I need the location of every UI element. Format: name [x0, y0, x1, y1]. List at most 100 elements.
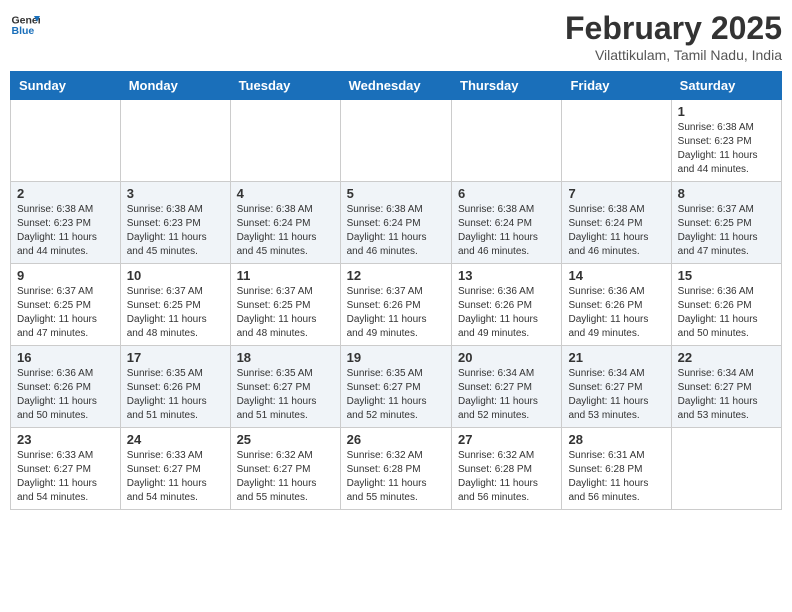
calendar-week-row: 1 Sunrise: 6:38 AM Sunset: 6:23 PM Dayli…	[11, 100, 782, 182]
day-number: 6	[458, 186, 555, 201]
day-info: Sunrise: 6:33 AM Sunset: 6:27 PM Dayligh…	[127, 449, 224, 505]
calendar-cell: 22 Sunrise: 6:34 AM Sunset: 6:27 PM Dayl…	[671, 346, 781, 428]
calendar-cell: 5 Sunrise: 6:38 AM Sunset: 6:24 PM Dayli…	[340, 182, 451, 264]
day-info: Sunrise: 6:32 AM Sunset: 6:28 PM Dayligh…	[347, 449, 445, 505]
day-number: 3	[127, 186, 224, 201]
day-number: 2	[17, 186, 114, 201]
calendar-cell: 16 Sunrise: 6:36 AM Sunset: 6:26 PM Dayl…	[11, 346, 121, 428]
day-info: Sunrise: 6:38 AM Sunset: 6:24 PM Dayligh…	[237, 203, 334, 259]
day-info: Sunrise: 6:35 AM Sunset: 6:27 PM Dayligh…	[347, 367, 445, 423]
day-info: Sunrise: 6:34 AM Sunset: 6:27 PM Dayligh…	[458, 367, 555, 423]
day-number: 22	[678, 350, 775, 365]
weekday-header-row: SundayMondayTuesdayWednesdayThursdayFrid…	[11, 72, 782, 100]
day-info: Sunrise: 6:37 AM Sunset: 6:25 PM Dayligh…	[127, 285, 224, 341]
weekday-header: Friday	[562, 72, 671, 100]
calendar-week-row: 16 Sunrise: 6:36 AM Sunset: 6:26 PM Dayl…	[11, 346, 782, 428]
day-number: 21	[568, 350, 664, 365]
day-info: Sunrise: 6:35 AM Sunset: 6:26 PM Dayligh…	[127, 367, 224, 423]
day-number: 13	[458, 268, 555, 283]
day-info: Sunrise: 6:36 AM Sunset: 6:26 PM Dayligh…	[678, 285, 775, 341]
logo: General Blue	[10, 10, 40, 40]
day-info: Sunrise: 6:36 AM Sunset: 6:26 PM Dayligh…	[17, 367, 114, 423]
day-number: 16	[17, 350, 114, 365]
calendar-cell: 20 Sunrise: 6:34 AM Sunset: 6:27 PM Dayl…	[452, 346, 562, 428]
day-number: 17	[127, 350, 224, 365]
calendar-cell: 24 Sunrise: 6:33 AM Sunset: 6:27 PM Dayl…	[120, 428, 230, 510]
day-number: 11	[237, 268, 334, 283]
day-number: 19	[347, 350, 445, 365]
location-title: Vilattikulam, Tamil Nadu, India	[565, 47, 782, 63]
calendar-cell: 1 Sunrise: 6:38 AM Sunset: 6:23 PM Dayli…	[671, 100, 781, 182]
page-header: General Blue February 2025 Vilattikulam,…	[10, 10, 782, 63]
calendar-cell: 25 Sunrise: 6:32 AM Sunset: 6:27 PM Dayl…	[230, 428, 340, 510]
calendar-cell: 15 Sunrise: 6:36 AM Sunset: 6:26 PM Dayl…	[671, 264, 781, 346]
day-number: 24	[127, 432, 224, 447]
calendar-cell: 21 Sunrise: 6:34 AM Sunset: 6:27 PM Dayl…	[562, 346, 671, 428]
day-info: Sunrise: 6:37 AM Sunset: 6:25 PM Dayligh…	[237, 285, 334, 341]
day-number: 5	[347, 186, 445, 201]
day-info: Sunrise: 6:37 AM Sunset: 6:25 PM Dayligh…	[17, 285, 114, 341]
day-number: 12	[347, 268, 445, 283]
day-number: 8	[678, 186, 775, 201]
day-number: 14	[568, 268, 664, 283]
day-number: 28	[568, 432, 664, 447]
calendar-cell: 12 Sunrise: 6:37 AM Sunset: 6:26 PM Dayl…	[340, 264, 451, 346]
logo-icon: General Blue	[10, 10, 40, 40]
calendar-week-row: 2 Sunrise: 6:38 AM Sunset: 6:23 PM Dayli…	[11, 182, 782, 264]
calendar-cell: 10 Sunrise: 6:37 AM Sunset: 6:25 PM Dayl…	[120, 264, 230, 346]
day-info: Sunrise: 6:32 AM Sunset: 6:28 PM Dayligh…	[458, 449, 555, 505]
calendar-cell: 8 Sunrise: 6:37 AM Sunset: 6:25 PM Dayli…	[671, 182, 781, 264]
title-section: February 2025 Vilattikulam, Tamil Nadu, …	[565, 10, 782, 63]
svg-text:Blue: Blue	[12, 25, 35, 37]
calendar-cell: 27 Sunrise: 6:32 AM Sunset: 6:28 PM Dayl…	[452, 428, 562, 510]
day-info: Sunrise: 6:36 AM Sunset: 6:26 PM Dayligh…	[458, 285, 555, 341]
day-info: Sunrise: 6:38 AM Sunset: 6:23 PM Dayligh…	[678, 121, 775, 177]
day-info: Sunrise: 6:34 AM Sunset: 6:27 PM Dayligh…	[678, 367, 775, 423]
weekday-header: Monday	[120, 72, 230, 100]
day-number: 25	[237, 432, 334, 447]
calendar-cell: 23 Sunrise: 6:33 AM Sunset: 6:27 PM Dayl…	[11, 428, 121, 510]
day-number: 9	[17, 268, 114, 283]
calendar-cell: 3 Sunrise: 6:38 AM Sunset: 6:23 PM Dayli…	[120, 182, 230, 264]
day-number: 10	[127, 268, 224, 283]
day-number: 20	[458, 350, 555, 365]
calendar-cell	[452, 100, 562, 182]
calendar-cell: 26 Sunrise: 6:32 AM Sunset: 6:28 PM Dayl…	[340, 428, 451, 510]
calendar-cell: 28 Sunrise: 6:31 AM Sunset: 6:28 PM Dayl…	[562, 428, 671, 510]
calendar-cell: 14 Sunrise: 6:36 AM Sunset: 6:26 PM Dayl…	[562, 264, 671, 346]
day-info: Sunrise: 6:38 AM Sunset: 6:24 PM Dayligh…	[347, 203, 445, 259]
calendar-week-row: 9 Sunrise: 6:37 AM Sunset: 6:25 PM Dayli…	[11, 264, 782, 346]
day-info: Sunrise: 6:38 AM Sunset: 6:24 PM Dayligh…	[458, 203, 555, 259]
day-info: Sunrise: 6:38 AM Sunset: 6:23 PM Dayligh…	[127, 203, 224, 259]
day-info: Sunrise: 6:37 AM Sunset: 6:25 PM Dayligh…	[678, 203, 775, 259]
calendar-cell	[340, 100, 451, 182]
day-number: 26	[347, 432, 445, 447]
calendar-cell: 9 Sunrise: 6:37 AM Sunset: 6:25 PM Dayli…	[11, 264, 121, 346]
day-number: 23	[17, 432, 114, 447]
day-info: Sunrise: 6:33 AM Sunset: 6:27 PM Dayligh…	[17, 449, 114, 505]
calendar-cell	[120, 100, 230, 182]
calendar-cell: 17 Sunrise: 6:35 AM Sunset: 6:26 PM Dayl…	[120, 346, 230, 428]
month-title: February 2025	[565, 10, 782, 47]
day-info: Sunrise: 6:37 AM Sunset: 6:26 PM Dayligh…	[347, 285, 445, 341]
day-info: Sunrise: 6:38 AM Sunset: 6:24 PM Dayligh…	[568, 203, 664, 259]
day-number: 1	[678, 104, 775, 119]
day-info: Sunrise: 6:32 AM Sunset: 6:27 PM Dayligh…	[237, 449, 334, 505]
calendar-cell	[671, 428, 781, 510]
day-number: 27	[458, 432, 555, 447]
day-number: 18	[237, 350, 334, 365]
day-info: Sunrise: 6:36 AM Sunset: 6:26 PM Dayligh…	[568, 285, 664, 341]
calendar-cell	[562, 100, 671, 182]
day-info: Sunrise: 6:35 AM Sunset: 6:27 PM Dayligh…	[237, 367, 334, 423]
calendar-cell	[230, 100, 340, 182]
calendar-cell: 6 Sunrise: 6:38 AM Sunset: 6:24 PM Dayli…	[452, 182, 562, 264]
calendar-week-row: 23 Sunrise: 6:33 AM Sunset: 6:27 PM Dayl…	[11, 428, 782, 510]
weekday-header: Tuesday	[230, 72, 340, 100]
calendar-table: SundayMondayTuesdayWednesdayThursdayFrid…	[10, 71, 782, 510]
day-info: Sunrise: 6:38 AM Sunset: 6:23 PM Dayligh…	[17, 203, 114, 259]
day-info: Sunrise: 6:31 AM Sunset: 6:28 PM Dayligh…	[568, 449, 664, 505]
calendar-cell: 11 Sunrise: 6:37 AM Sunset: 6:25 PM Dayl…	[230, 264, 340, 346]
calendar-cell: 4 Sunrise: 6:38 AM Sunset: 6:24 PM Dayli…	[230, 182, 340, 264]
day-number: 7	[568, 186, 664, 201]
weekday-header: Thursday	[452, 72, 562, 100]
